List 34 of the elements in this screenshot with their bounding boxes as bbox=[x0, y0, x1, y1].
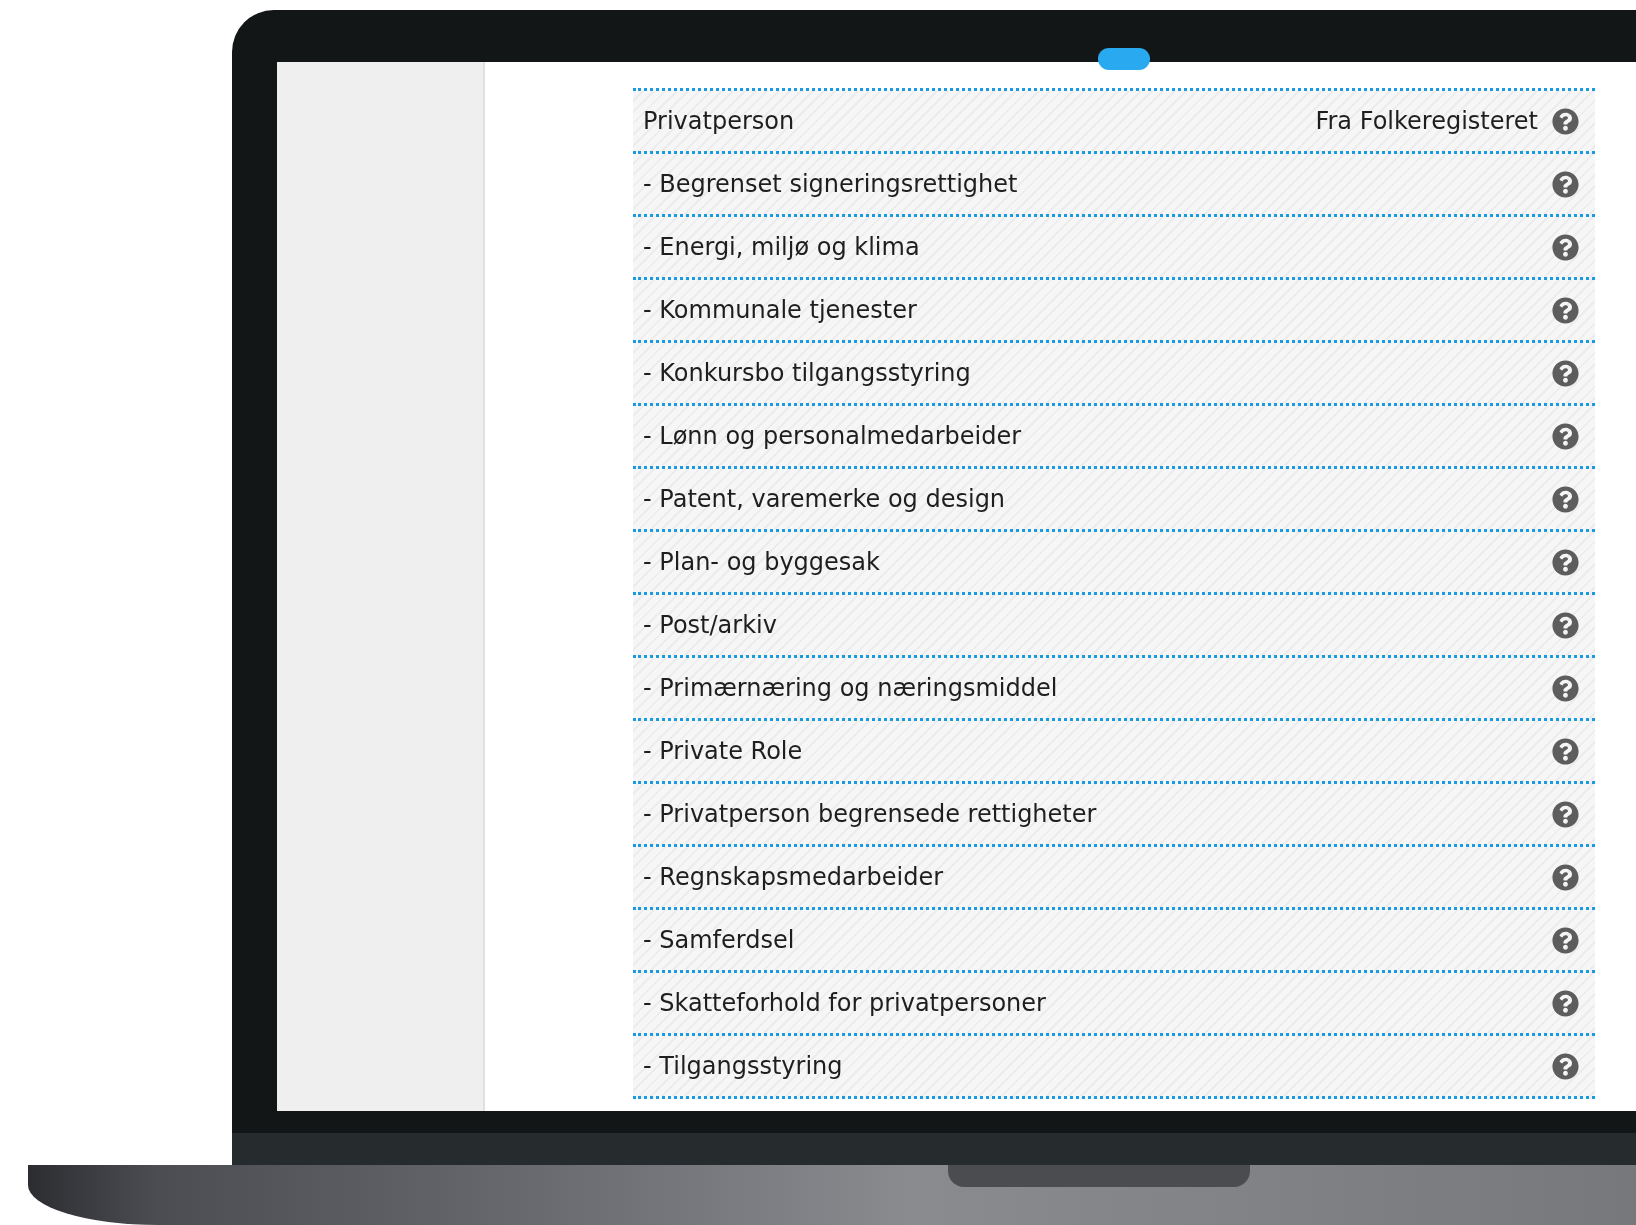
help-icon[interactable] bbox=[1552, 611, 1579, 639]
help-icon[interactable] bbox=[1552, 926, 1579, 954]
role-label: - Private Role bbox=[643, 737, 803, 765]
role-label: - Lønn og personalmedarbeider bbox=[643, 422, 1022, 450]
role-label: - Primærnæring og næringsmiddel bbox=[643, 674, 1058, 702]
badge-shape bbox=[1098, 48, 1150, 70]
role-label: - Regnskapsmedarbeider bbox=[643, 863, 943, 891]
role-label: - Patent, varemerke og design bbox=[643, 485, 1006, 513]
help-icon[interactable] bbox=[1552, 422, 1579, 450]
help-icon[interactable] bbox=[1552, 1052, 1579, 1080]
role-label: - Privatperson begrensede rettigheter bbox=[643, 800, 1097, 828]
role-label: Privatperson bbox=[643, 107, 795, 135]
help-icon[interactable] bbox=[1552, 359, 1579, 387]
role-label: - Samferdsel bbox=[643, 926, 795, 954]
help-icon[interactable] bbox=[1552, 296, 1579, 324]
role-label: - Post/arkiv bbox=[643, 611, 777, 639]
help-icon[interactable] bbox=[1552, 233, 1579, 261]
help-icon[interactable] bbox=[1552, 170, 1579, 198]
source-label: Fra Folkeregisteret bbox=[1315, 107, 1538, 135]
help-icon[interactable] bbox=[1552, 485, 1579, 513]
help-icon[interactable] bbox=[1552, 674, 1579, 702]
help-icon[interactable] bbox=[1552, 548, 1579, 576]
role-label: - Energi, miljø og klima bbox=[643, 233, 920, 261]
help-icon[interactable] bbox=[1552, 800, 1579, 828]
help-icon[interactable] bbox=[1552, 863, 1579, 891]
role-label: - Plan- og byggesak bbox=[643, 548, 880, 576]
help-icon[interactable] bbox=[1552, 989, 1579, 1017]
role-label: - Konkursbo tilgangsstyring bbox=[643, 359, 971, 387]
help-icon[interactable] bbox=[1552, 737, 1579, 765]
role-label: - Kommunale tjenester bbox=[643, 296, 917, 324]
role-label: - Tilgangsstyring bbox=[643, 1052, 843, 1080]
role-label: - Begrenset signeringsrettighet bbox=[643, 170, 1018, 198]
role-label: - Skatteforhold for privatpersoner bbox=[643, 989, 1046, 1017]
help-icon[interactable] bbox=[1552, 107, 1579, 135]
